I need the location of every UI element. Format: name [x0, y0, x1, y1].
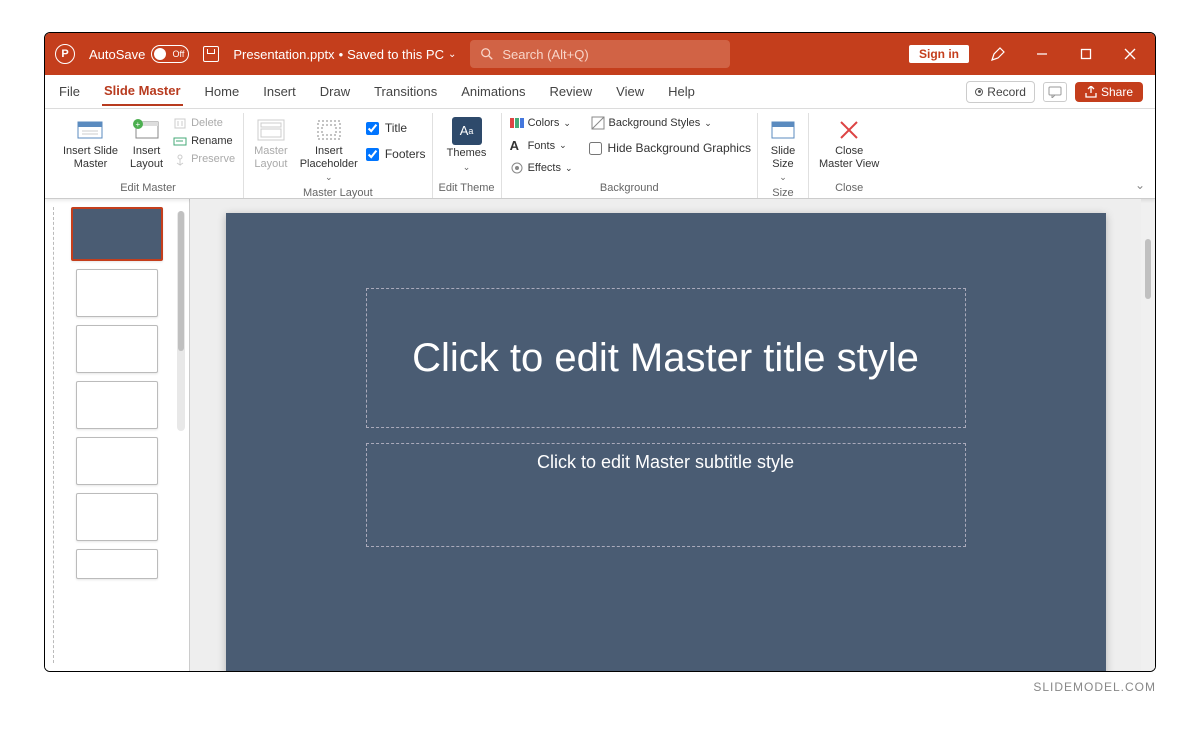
group-edit-master: Insert Slide Master + Insert Layout Dele… — [53, 113, 244, 198]
delete-button: Delete — [171, 115, 237, 131]
group-label: Close — [835, 180, 863, 198]
thumbnail-pane[interactable] — [45, 199, 190, 671]
document-title[interactable]: Presentation.pptx • Saved to this PC ⌄ — [233, 47, 456, 62]
themes-icon: Aa — [452, 117, 482, 145]
slide-canvas-area[interactable]: Click to edit Master title style Click t… — [190, 199, 1141, 671]
record-icon — [975, 88, 983, 96]
bg-styles-icon — [591, 116, 605, 130]
ribbon: Insert Slide Master + Insert Layout Dele… — [45, 109, 1155, 199]
group-edit-theme: Aa Themes ⌄ Edit Theme — [433, 113, 502, 198]
colors-button[interactable]: Colors⌄ — [508, 115, 575, 131]
canvas-scrollbar[interactable] — [1141, 199, 1155, 671]
title-checkbox[interactable]: Title — [366, 119, 426, 137]
sign-in-button[interactable]: Sign in — [909, 45, 969, 63]
filename: Presentation.pptx — [233, 47, 334, 62]
tab-help[interactable]: Help — [666, 78, 697, 105]
thumbnail-layout[interactable] — [76, 325, 158, 373]
group-close: Close Master View Close — [809, 113, 889, 198]
preserve-button: Preserve — [171, 151, 237, 167]
fonts-icon: A — [510, 138, 524, 153]
thumbnail-layout[interactable] — [76, 493, 158, 541]
placeholder-icon — [314, 117, 344, 143]
app-window: P AutoSave Off Presentation.pptx • Saved… — [44, 32, 1156, 672]
group-size: Slide Size ⌄ Size — [758, 113, 809, 198]
tab-review[interactable]: Review — [548, 78, 595, 105]
save-icon[interactable] — [203, 46, 219, 62]
insert-slide-master-button[interactable]: Insert Slide Master — [59, 115, 122, 172]
toggle-switch[interactable]: Off — [151, 45, 189, 63]
share-button[interactable]: Share — [1075, 82, 1143, 102]
group-master-layout: Master Layout Insert Placeholder ⌄ Title… — [244, 113, 432, 198]
effects-button[interactable]: Effects⌄ — [508, 160, 575, 176]
maximize-button[interactable] — [1071, 39, 1101, 69]
thumbnail-scrollbar[interactable] — [177, 211, 185, 431]
autosave-label: AutoSave — [89, 47, 145, 62]
search-icon — [480, 47, 494, 61]
autosave-state: Off — [173, 49, 185, 59]
comments-button[interactable] — [1043, 82, 1067, 102]
workspace: Click to edit Master title style Click t… — [45, 199, 1155, 671]
slide-master-icon — [76, 117, 106, 143]
preserve-icon — [173, 152, 187, 166]
fonts-button[interactable]: AFonts⌄ — [508, 137, 575, 154]
delete-icon — [173, 116, 187, 130]
chevron-down-icon: ⌄ — [448, 49, 456, 60]
themes-button[interactable]: Aa Themes ⌄ — [443, 115, 491, 174]
group-background: Colors⌄ AFonts⌄ Effects⌄ Background Styl… — [502, 113, 758, 198]
tab-insert[interactable]: Insert — [261, 78, 298, 105]
subtitle-placeholder[interactable]: Click to edit Master subtitle style — [366, 443, 966, 547]
tab-transitions[interactable]: Transitions — [372, 78, 439, 105]
effects-icon — [510, 161, 524, 175]
tab-file[interactable]: File — [57, 78, 82, 105]
search-box[interactable]: Search (Alt+Q) — [470, 40, 730, 68]
share-icon — [1085, 86, 1097, 98]
slide-size-button[interactable]: Slide Size ⌄ — [764, 115, 802, 185]
close-master-view-button[interactable]: Close Master View — [815, 115, 883, 172]
collapse-ribbon-button[interactable]: ⌄ — [1135, 178, 1145, 192]
svg-text:+: + — [135, 120, 140, 129]
hide-bg-checkbox[interactable]: Hide Background Graphics — [589, 139, 751, 157]
tab-home[interactable]: Home — [203, 78, 242, 105]
colors-icon — [510, 116, 524, 130]
background-styles-button[interactable]: Background Styles⌄ — [589, 115, 751, 131]
footers-checkbox[interactable]: Footers — [366, 145, 426, 163]
ribbon-tabs: File Slide Master Home Insert Draw Trans… — [45, 75, 1155, 109]
save-state: Saved to this PC — [347, 47, 444, 62]
title-placeholder[interactable]: Click to edit Master title style — [366, 288, 966, 428]
title-bar: P AutoSave Off Presentation.pptx • Saved… — [45, 33, 1155, 75]
tab-slide-master[interactable]: Slide Master — [102, 77, 183, 106]
tab-view[interactable]: View — [614, 78, 646, 105]
group-label: Background — [600, 180, 659, 198]
app-icon: P — [55, 44, 75, 64]
autosave-toggle[interactable]: AutoSave Off — [89, 45, 189, 63]
insert-placeholder-button[interactable]: Insert Placeholder ⌄ — [296, 115, 362, 185]
record-button[interactable]: Record — [966, 81, 1035, 103]
slide-canvas[interactable]: Click to edit Master title style Click t… — [226, 213, 1106, 671]
slide-size-icon — [768, 117, 798, 143]
rename-icon — [173, 134, 187, 148]
minimize-button[interactable] — [1027, 39, 1057, 69]
watermark: SLIDEMODEL.COM — [44, 680, 1156, 694]
master-layout-button: Master Layout — [250, 115, 292, 172]
search-placeholder: Search (Alt+Q) — [502, 47, 588, 62]
thumbnail-layout[interactable] — [76, 269, 158, 317]
close-icon — [834, 117, 864, 143]
close-button[interactable] — [1115, 39, 1145, 69]
layout-icon: + — [132, 117, 162, 143]
tab-animations[interactable]: Animations — [459, 78, 527, 105]
insert-layout-button[interactable]: + Insert Layout — [126, 115, 167, 172]
tab-draw[interactable]: Draw — [318, 78, 352, 105]
thumbnail-layout[interactable] — [76, 381, 158, 429]
pen-icon[interactable] — [983, 39, 1013, 69]
group-label: Edit Master — [120, 180, 176, 198]
rename-button[interactable]: Rename — [171, 133, 237, 149]
thumbnail-layout[interactable] — [76, 437, 158, 485]
thumbnail-layout[interactable] — [76, 549, 158, 579]
master-layout-icon — [256, 117, 286, 143]
thumbnail-master[interactable] — [71, 207, 163, 261]
group-label: Edit Theme — [439, 180, 495, 198]
